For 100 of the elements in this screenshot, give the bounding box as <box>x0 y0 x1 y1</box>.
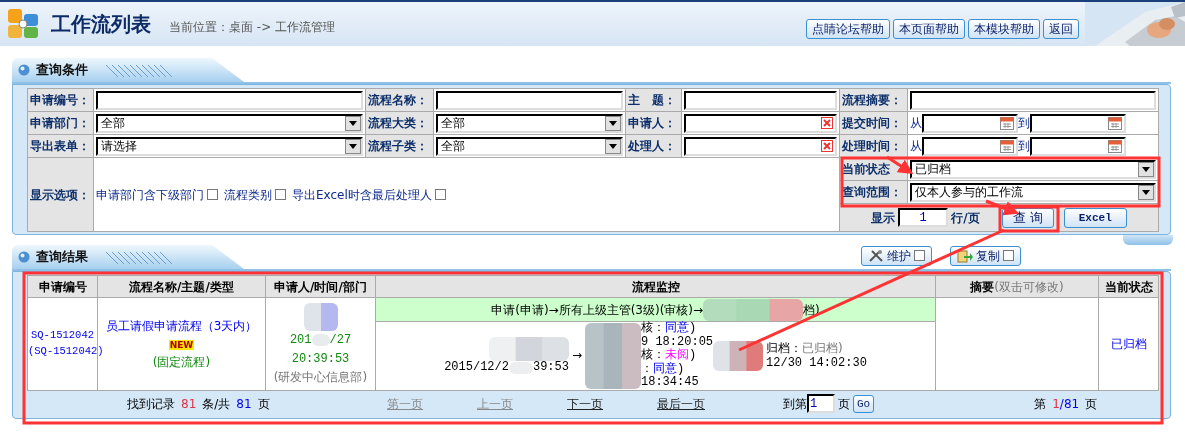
text: 找到记录 <box>127 395 175 413</box>
go-button[interactable]: Go <box>853 394 875 413</box>
input-field[interactable] <box>910 90 1156 110</box>
bullet-icon <box>18 64 30 76</box>
panel-title: 查询结果 <box>36 248 88 267</box>
calendar-icon[interactable] <box>1000 116 1014 130</box>
input-field[interactable] <box>684 90 837 110</box>
date-field[interactable] <box>922 113 1018 133</box>
field-label: 主 题： <box>625 88 682 112</box>
text: 到 <box>1018 115 1030 132</box>
text: 从 <box>910 115 922 132</box>
step-text: ) <box>689 348 697 363</box>
checkbox[interactable] <box>207 189 218 200</box>
help-button[interactable]: 点睛论坛帮助 <box>806 19 890 39</box>
step-text: 归档： <box>766 341 803 355</box>
checkbox[interactable] <box>434 189 446 200</box>
time-text: 12/30 14:02:30 <box>766 355 867 370</box>
blurred-patch <box>303 302 338 331</box>
input-field[interactable] <box>436 90 623 110</box>
column-note: (双击可修改) <box>994 279 1064 294</box>
page-number-field[interactable]: 1 <box>807 394 835 413</box>
text: 条/共 <box>202 395 231 413</box>
select-field[interactable]: 全部 <box>96 113 363 133</box>
select-field[interactable]: 全部 <box>436 113 623 133</box>
page-title: 工作流列表 <box>51 11 151 38</box>
arrow-text: → <box>571 349 582 363</box>
date-field[interactable] <box>1030 113 1126 133</box>
clear-icon[interactable] <box>821 140 833 152</box>
checkbox[interactable] <box>1003 250 1014 261</box>
text: 从 <box>910 138 922 155</box>
step-text: ) <box>677 361 685 376</box>
text: 页 <box>257 395 270 413</box>
route-text: 申请(申请)→所有上级主管(3级)(审核)→ <box>491 301 704 319</box>
panel-title: 查询条件 <box>36 61 88 80</box>
column-header: 流程监控 <box>375 275 936 298</box>
page-total: 81 <box>236 395 252 413</box>
help-button[interactable]: 本模块帮助 <box>968 19 1040 39</box>
excel-button[interactable]: Excel <box>1063 207 1127 228</box>
step-text: 核： <box>641 321 665 336</box>
page-size-field[interactable]: 1 <box>898 208 949 227</box>
tool-button[interactable]: 维护 <box>861 245 932 266</box>
checkbox[interactable] <box>275 189 286 200</box>
field-label: 导出表单： <box>27 134 94 158</box>
time-text: 18:34:45 <box>641 375 699 390</box>
field-label: 流程摘要： <box>839 88 908 112</box>
time-text: 20:39:53 <box>291 351 350 366</box>
select-field[interactable]: 仅本人参与的工作流 <box>910 182 1156 202</box>
column-header: 当前状态 <box>1098 275 1159 298</box>
column-header: 摘要 <box>970 279 995 294</box>
time-text: 2015/12/2 <box>444 361 509 375</box>
pager-link[interactable]: 最后一页 <box>657 394 705 413</box>
text: 第 <box>1034 395 1047 413</box>
select-field[interactable]: 全部 <box>436 136 623 156</box>
option-label: 导出Excel时含最后处理人 <box>292 186 432 204</box>
clear-icon[interactable] <box>821 117 833 129</box>
pager-link[interactable]: 下一页 <box>567 394 603 413</box>
person-field[interactable] <box>684 136 837 156</box>
calendar-icon[interactable] <box>1000 139 1014 153</box>
flow-type: (固定流程) <box>152 355 211 369</box>
select-field[interactable]: 请选择 <box>96 136 363 156</box>
help-button[interactable]: 本页面帮助 <box>893 19 965 39</box>
step-text: ) <box>689 321 697 336</box>
field-label: 流程名称： <box>365 88 434 112</box>
column-header: 申请编号 <box>27 275 98 298</box>
bullet-icon <box>18 251 30 263</box>
blurred-patch <box>713 341 764 371</box>
field-label: 申请部门： <box>27 111 94 135</box>
person-field[interactable] <box>684 113 837 133</box>
option-label: 申请部门含下级部门 <box>96 186 204 204</box>
text: 到 <box>1018 138 1030 155</box>
calendar-icon[interactable] <box>1108 116 1122 130</box>
tools-icon <box>868 248 884 263</box>
current-page: 1 <box>1052 396 1060 411</box>
time-text: 39:53 <box>532 361 569 375</box>
date-text: /27 <box>329 331 352 349</box>
date-field[interactable] <box>922 136 1018 156</box>
blurred-patch <box>585 323 641 389</box>
text: 页 <box>1085 395 1098 413</box>
copy-icon <box>957 248 973 263</box>
date-field[interactable] <box>1030 136 1126 156</box>
step-text: 核： <box>641 348 665 363</box>
status-link[interactable]: 已归档 <box>1098 297 1159 391</box>
step-status: 未阅 <box>665 348 689 363</box>
column-header: 流程名称/主题/类型 <box>97 275 266 298</box>
department-text: (研发中心信息部) <box>273 369 368 384</box>
calendar-icon[interactable] <box>1108 139 1122 153</box>
text: 页 <box>838 395 850 413</box>
tool-button[interactable]: 复制 <box>950 245 1021 266</box>
step-status: 同意 <box>665 321 689 336</box>
help-button[interactable]: 返回 <box>1043 19 1079 39</box>
checkbox[interactable] <box>914 250 925 261</box>
field-label: 显示选项： <box>27 157 94 232</box>
field-label: 申请编号： <box>27 88 94 112</box>
step-status: 已归档) <box>802 341 843 355</box>
text: 到第 <box>783 395 807 413</box>
flow-name-link[interactable]: 员工请假申请流程（3天内） <box>105 319 258 333</box>
input-field[interactable] <box>96 90 363 110</box>
breadcrumb: 当前位置：桌面 -> 工作流管理 <box>169 19 335 36</box>
time-text: 9 18:20:05 <box>641 334 714 349</box>
step-text: ： <box>641 361 653 376</box>
